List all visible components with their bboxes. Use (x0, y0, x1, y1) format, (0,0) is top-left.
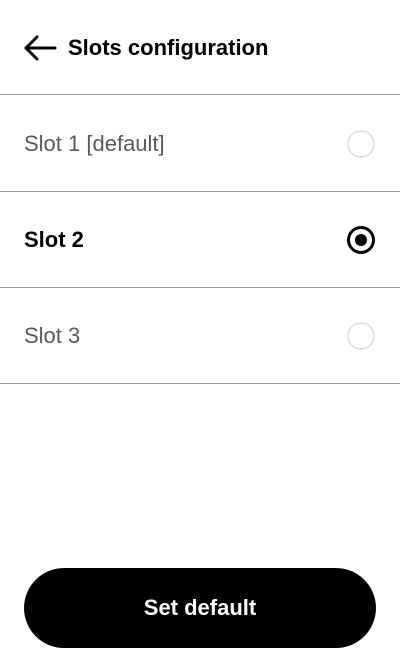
page-title: Slots configuration (68, 35, 269, 60)
slot-option-3[interactable]: Slot 3 (0, 288, 400, 384)
slot-label: Slot 3 (24, 323, 81, 348)
radio-button-selected[interactable] (347, 226, 375, 254)
radio-selected-dot (355, 234, 367, 246)
back-button[interactable] (22, 30, 58, 66)
slot-list: Slot 1 [default] Slot 2 Slot 3 (0, 96, 400, 384)
slots-configuration-screen: Slots configuration Slot 1 [default] Slo… (0, 0, 400, 672)
slot-option-1[interactable]: Slot 1 [default] (0, 96, 400, 192)
set-default-button[interactable]: Set default (24, 568, 376, 648)
arrow-left-icon (24, 35, 57, 61)
header: Slots configuration (0, 0, 400, 95)
radio-button[interactable] (347, 130, 375, 158)
radio-button[interactable] (347, 322, 375, 350)
slot-option-2[interactable]: Slot 2 (0, 192, 400, 288)
slot-label: Slot 1 [default] (24, 131, 165, 156)
slot-label: Slot 2 (24, 227, 84, 252)
